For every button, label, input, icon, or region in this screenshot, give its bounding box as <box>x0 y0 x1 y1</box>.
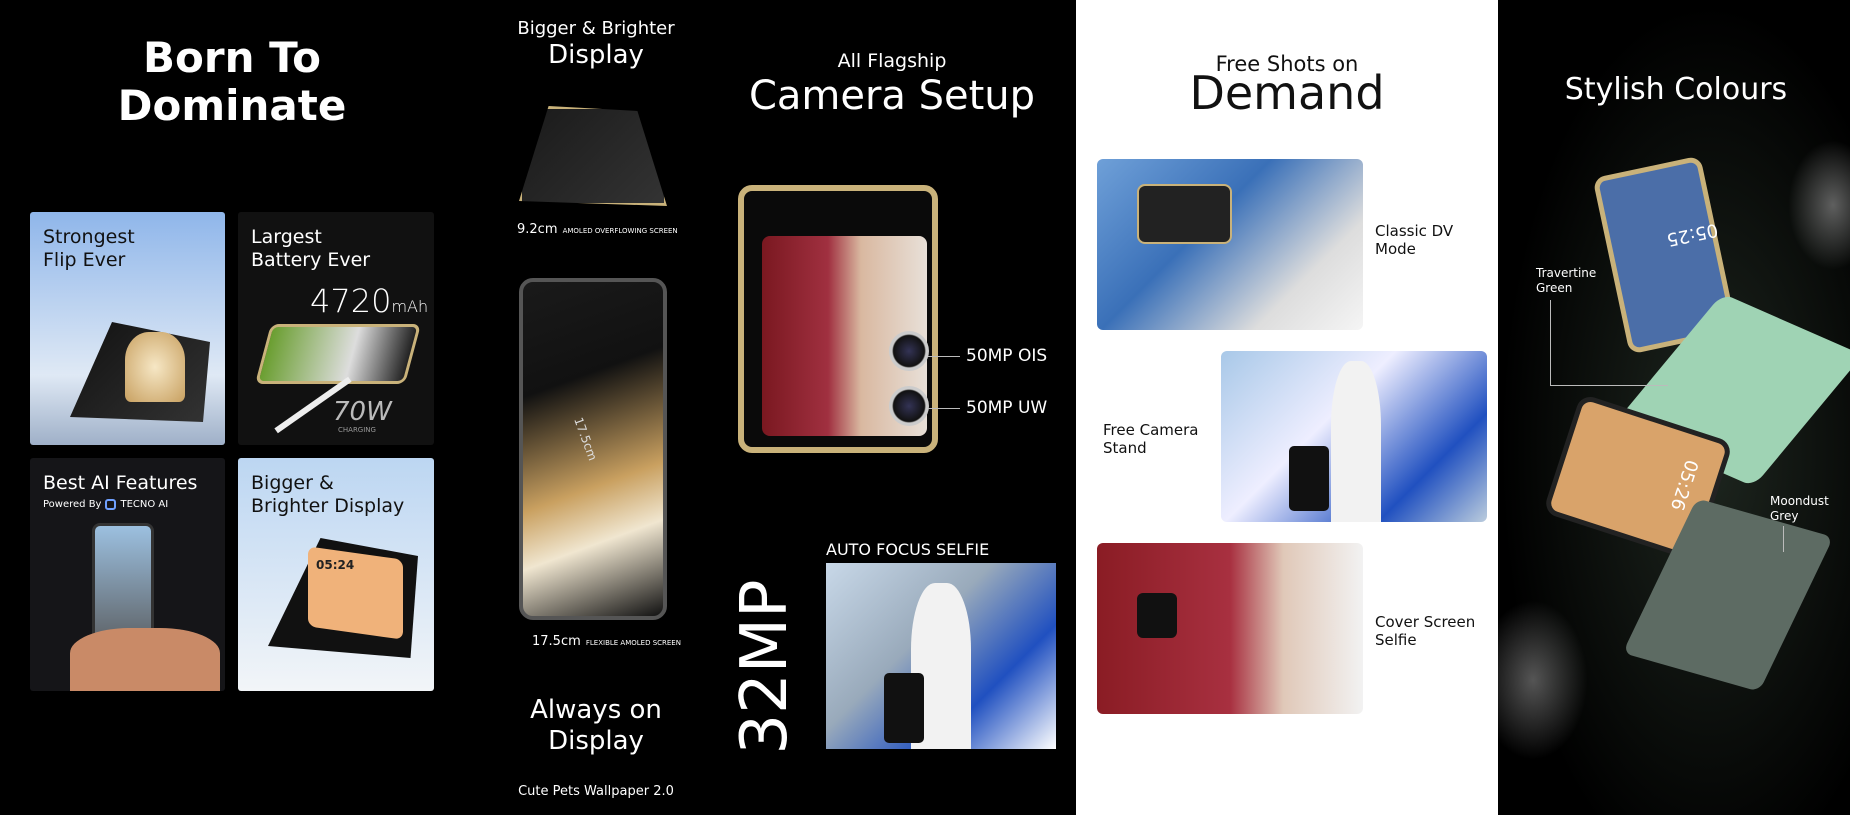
panel-born-to-dominate: Born To Dominate Strongest Flip Ever Lar… <box>0 0 484 815</box>
wallpaper-image <box>125 332 185 402</box>
color-label: Travertine Green <box>1536 266 1597 295</box>
camera-lens-icon <box>889 331 929 371</box>
tile-largest-battery: Largest Battery Ever 4720mAh 70W CHARGIN… <box>238 212 434 445</box>
tile-title: Strongest Flip Ever <box>43 226 135 271</box>
camera-ois-label: 50MP OIS <box>966 346 1048 366</box>
panel-title: Born To Dominate <box>117 33 347 130</box>
free-camera-stand-photo <box>1221 351 1487 522</box>
clock: 05:24 <box>316 558 355 572</box>
tile-title: Best AI Features <box>43 472 198 494</box>
battery-unit: mAh <box>391 297 429 316</box>
cover-screen-selfie-photo <box>1097 543 1363 714</box>
small-screen-label: 9.2cm AMOLED OVERFLOWING SCREEN <box>517 218 678 237</box>
feather-decoration <box>1498 600 1588 760</box>
panel-free-shots: Free Shots on Demand Classic DV Mode Fre… <box>1076 0 1498 815</box>
small-screen-desc: AMOLED OVERFLOWING SCREEN <box>562 227 678 235</box>
callout-line <box>928 356 960 357</box>
feather-decoration <box>1788 140 1850 270</box>
tile-bigger-display: Bigger & Brighter Display 05:24 <box>238 458 434 691</box>
camera-lens-icon <box>889 386 929 426</box>
camera-uw-label: 50MP UW <box>966 398 1048 418</box>
woman-figure <box>1331 361 1381 522</box>
heading-small: Bigger & Brighter <box>517 18 675 39</box>
callout-line <box>928 408 960 409</box>
callout-line <box>1783 526 1784 552</box>
heading-large: Camera Setup <box>748 73 1036 119</box>
tecno-ai-logo-icon <box>105 499 117 510</box>
charging-watts: 70W <box>333 397 392 427</box>
small-screen-size: 9.2cm <box>517 222 558 237</box>
clock: 05:25 <box>1664 218 1720 251</box>
big-screen-size: 17.5cm <box>532 634 581 649</box>
big-screen-label: 17.5cm FLEXIBLE AMOLED SCREEN <box>532 630 681 649</box>
phone-image <box>254 324 422 384</box>
aod-subtitle: Cute Pets Wallpaper 2.0 <box>518 784 674 799</box>
heading-large: Display <box>548 40 644 70</box>
battery-capacity: 4720mAh <box>310 282 428 320</box>
classic-dv-photo <box>1097 159 1363 330</box>
selfie-photo <box>826 563 1056 749</box>
phone-image <box>1137 593 1177 638</box>
big-screen-desc: FLEXIBLE AMOLED SCREEN <box>585 639 681 647</box>
tile-title: Largest Battery Ever <box>251 226 371 271</box>
panel-stylish-colours: Stylish Colours 05:25 Travertine Green 0… <box>1498 0 1850 815</box>
heading-large: Demand <box>1189 66 1385 120</box>
aod-title: Always on Display <box>530 695 662 756</box>
big-screen-phone-image: 17.5cm <box>519 278 667 620</box>
selfie-megapixels: 32MP <box>728 579 802 755</box>
panel-camera: All Flagship Camera Setup 50MP OIS 50MP … <box>708 0 1076 815</box>
color-label: Moondust Grey <box>1770 494 1829 523</box>
small-screen-phone-image <box>519 106 667 206</box>
screen-diagonal: 17.5cm <box>571 415 600 463</box>
powered-by-label: Powered By <box>43 499 102 510</box>
phone-image <box>1137 184 1232 244</box>
heading-small: All Flagship <box>837 50 947 72</box>
mode-label: Classic DV Mode <box>1375 222 1454 258</box>
charging-label: CHARGING <box>338 426 376 434</box>
camera-phone-image <box>738 185 938 453</box>
mode-label: Free Camera Stand <box>1103 421 1199 457</box>
hand-image <box>70 628 220 691</box>
selfie-label: AUTO FOCUS SELFIE <box>826 540 990 559</box>
heading: Stylish Colours <box>1564 72 1788 107</box>
callout-line <box>1550 385 1668 386</box>
phone-image <box>1289 446 1329 511</box>
phone-image <box>884 673 924 743</box>
tile-strongest-flip: Strongest Flip Ever <box>30 212 225 445</box>
brand-label: TECNO AI <box>120 499 169 510</box>
mode-label: Cover Screen Selfie <box>1375 613 1476 649</box>
battery-value: 4720 <box>310 282 392 320</box>
tile-title: Bigger & Brighter Display <box>251 472 405 517</box>
panel-display: Bigger & Brighter Display 9.2cm AMOLED O… <box>484 0 708 815</box>
tile-best-ai: Best AI Features Powered By TECNO AI <box>30 458 225 691</box>
powered-by: Powered By TECNO AI <box>43 499 168 510</box>
callout-line <box>1550 300 1551 385</box>
